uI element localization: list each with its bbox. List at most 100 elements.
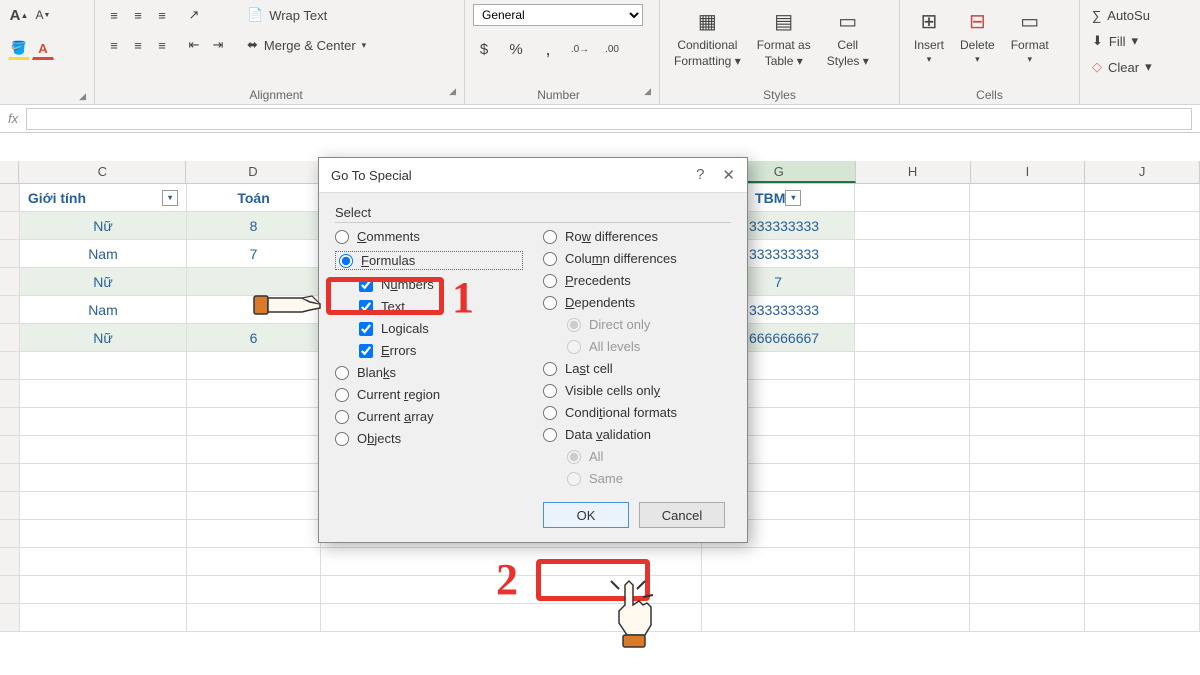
- ok-button[interactable]: OK: [543, 502, 629, 528]
- insert-button[interactable]: ⊞ Insert▾: [908, 4, 950, 67]
- option-dependents[interactable]: Dependents: [543, 295, 731, 310]
- cell[interactable]: Nam: [20, 296, 187, 323]
- number-format-dropdown[interactable]: General: [473, 4, 643, 26]
- font-color-icon[interactable]: A: [32, 38, 54, 60]
- decrease-decimal-icon[interactable]: .00: [601, 38, 623, 60]
- help-icon[interactable]: ?: [696, 166, 704, 184]
- fill-down-icon: ⬇: [1092, 33, 1103, 49]
- option-text[interactable]: Text: [359, 299, 523, 314]
- cell[interactable]: 8: [187, 212, 321, 239]
- cell-styles-button[interactable]: ▭ Cell Styles ▾: [821, 4, 875, 70]
- option-direct-only: Direct only: [567, 317, 731, 332]
- chevron-down-icon: ▾: [362, 40, 367, 51]
- dialog-title-text: Go To Special: [331, 168, 412, 183]
- wrap-text-icon: 📄: [247, 7, 263, 23]
- table-icon: ▤: [769, 6, 799, 36]
- decrease-indent-icon[interactable]: ⇤: [183, 34, 205, 56]
- align-middle-icon[interactable]: ≡: [127, 4, 149, 26]
- header-toan[interactable]: Toán: [187, 184, 321, 211]
- option-same: Same: [567, 471, 731, 486]
- dialog-launcher-icon[interactable]: ◢: [79, 91, 86, 102]
- styles-label: Styles: [668, 86, 891, 102]
- option-last-cell[interactable]: Last cell: [543, 361, 731, 376]
- option-formulas[interactable]: Formulas: [335, 251, 523, 270]
- currency-icon[interactable]: $: [473, 38, 495, 60]
- align-top-icon[interactable]: ≡: [103, 4, 125, 26]
- option-comments[interactable]: Comments: [335, 229, 523, 244]
- option-numbers[interactable]: Numbers: [359, 277, 523, 292]
- align-bottom-icon[interactable]: ≡: [151, 4, 173, 26]
- go-to-special-dialog: Go To Special ? ✕ Select Comments Formul…: [318, 157, 748, 543]
- option-blanks[interactable]: Blanks: [335, 365, 523, 380]
- align-center-icon[interactable]: ≡: [127, 34, 149, 56]
- increase-font-icon[interactable]: A▲: [8, 4, 30, 26]
- fx-icon[interactable]: fx: [8, 111, 18, 126]
- align-left-icon[interactable]: ≡: [103, 34, 125, 56]
- option-visible-only[interactable]: Visible cells only: [543, 383, 731, 398]
- delete-button[interactable]: ⊟ Delete▾: [954, 4, 1001, 67]
- sigma-icon: ∑: [1092, 8, 1101, 23]
- dialog-launcher-icon[interactable]: ◢: [644, 86, 651, 97]
- fill-button[interactable]: ⬇Fill ▾: [1088, 30, 1172, 52]
- option-current-array[interactable]: Current array: [335, 409, 523, 424]
- close-icon[interactable]: ✕: [722, 166, 735, 184]
- filter-icon[interactable]: ▾: [162, 190, 178, 206]
- increase-decimal-icon[interactable]: .0→: [569, 38, 591, 60]
- cell[interactable]: 7: [187, 240, 321, 267]
- ribbon-group-alignment: ≡ ≡ ≡ ≡ ≡ ≡ ↗ ⇤ ⇥ 📄: [95, 0, 465, 104]
- table-row: [0, 576, 1200, 604]
- col-header-I[interactable]: I: [971, 161, 1086, 183]
- percent-icon[interactable]: %: [505, 38, 527, 60]
- delete-icon: ⊟: [962, 6, 992, 36]
- formula-input[interactable]: [26, 108, 1192, 130]
- font-group-label: ◢: [8, 91, 86, 102]
- cell[interactable]: Nữ: [20, 212, 187, 239]
- option-errors[interactable]: Errors: [359, 343, 523, 358]
- filter-icon[interactable]: ▾: [785, 190, 801, 206]
- increase-indent-icon[interactable]: ⇥: [207, 34, 229, 56]
- clear-button[interactable]: ◇Clear ▾: [1088, 56, 1172, 78]
- merge-center-button[interactable]: ⬌ Merge & Center ▾: [243, 34, 370, 56]
- cell[interactable]: Nữ: [20, 268, 187, 295]
- number-label: Number: [537, 88, 580, 102]
- option-current-region[interactable]: Current region: [335, 387, 523, 402]
- formula-bar: fx: [0, 105, 1200, 133]
- col-header-J[interactable]: J: [1085, 161, 1200, 183]
- option-objects[interactable]: Objects: [335, 431, 523, 446]
- conditional-formatting-icon: ▦: [692, 6, 722, 36]
- dialog-launcher-icon[interactable]: ◢: [449, 86, 456, 97]
- cell-styles-icon: ▭: [833, 6, 863, 36]
- comma-icon[interactable]: ,: [537, 38, 559, 60]
- cancel-button[interactable]: Cancel: [639, 502, 725, 528]
- cell[interactable]: Nam: [20, 240, 187, 267]
- conditional-formatting-button[interactable]: ▦ Conditional Formatting ▾: [668, 4, 747, 70]
- col-header-C[interactable]: C: [19, 161, 186, 183]
- fill-color-icon[interactable]: 🪣: [8, 38, 30, 60]
- ribbon-group-styles: ▦ Conditional Formatting ▾ ▤ Format as T…: [660, 0, 900, 104]
- option-col-diff[interactable]: Column differences: [543, 251, 731, 266]
- format-button[interactable]: ▭ Format▾: [1005, 4, 1055, 67]
- select-label: Select: [335, 205, 731, 223]
- cell[interactable]: Nữ: [20, 324, 187, 351]
- cells-label: Cells: [908, 86, 1071, 102]
- option-data-validation[interactable]: Data validation: [543, 427, 731, 442]
- cell[interactable]: 6: [187, 324, 321, 351]
- cell[interactable]: [187, 268, 321, 295]
- cell[interactable]: [187, 296, 321, 323]
- option-precedents[interactable]: Precedents: [543, 273, 731, 288]
- col-header-H[interactable]: H: [856, 161, 971, 183]
- wrap-text-button[interactable]: 📄 Wrap Text: [243, 4, 370, 26]
- header-gioi-tinh[interactable]: Giới tính ▾: [20, 184, 187, 211]
- option-row-diff[interactable]: Row differences: [543, 229, 731, 244]
- table-row: [0, 604, 1200, 632]
- option-logicals[interactable]: Logicals: [359, 321, 523, 336]
- align-right-icon[interactable]: ≡: [151, 34, 173, 56]
- col-header-D[interactable]: D: [186, 161, 320, 183]
- format-as-table-button[interactable]: ▤ Format as Table ▾: [751, 4, 817, 70]
- col-header-spacer[interactable]: [0, 161, 19, 183]
- dialog-titlebar[interactable]: Go To Special ? ✕: [319, 158, 747, 193]
- decrease-font-icon[interactable]: A▼: [32, 4, 54, 26]
- orientation-icon[interactable]: ↗: [183, 4, 205, 26]
- option-cond-formats[interactable]: Conditional formats: [543, 405, 731, 420]
- autosum-button[interactable]: ∑AutoSu: [1088, 4, 1172, 26]
